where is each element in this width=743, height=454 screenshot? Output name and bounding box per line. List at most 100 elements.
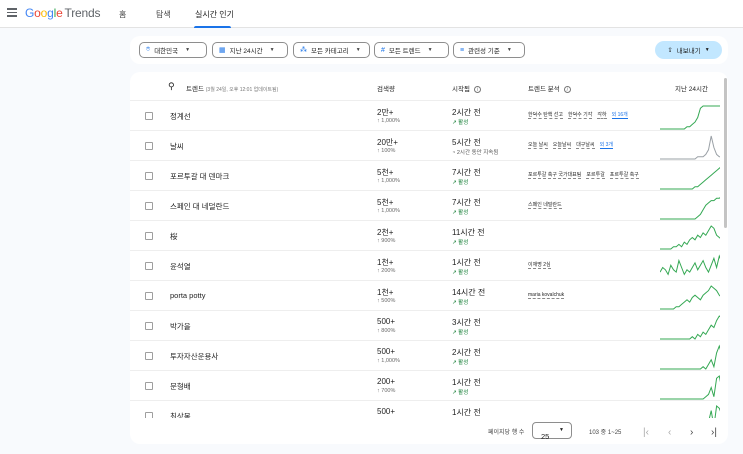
caret-down-icon: ▼ <box>704 47 710 53</box>
table-row[interactable]: 정계선 2만+ ↑ 1,000% 2시간 전 ↗ 활성 한덕수 탄핵 선고 한덕수… <box>130 100 720 130</box>
related-query-link[interactable]: 대구날씨 <box>576 142 595 149</box>
table-row[interactable]: 포르투갈 대 덴마크 5천+ ↑ 1,000% 7시간 전 ↗ 활성 포르투갈 … <box>130 160 720 190</box>
row-checkbox[interactable] <box>145 352 153 360</box>
related-query-link[interactable]: 오늘날씨 <box>552 142 572 149</box>
sparkline-chart <box>660 225 720 250</box>
nav-trending-now[interactable]: 실시간 인기 <box>195 9 234 20</box>
row-checkbox[interactable] <box>145 202 153 210</box>
last-page-button[interactable]: ›| <box>711 427 717 438</box>
trend-name[interactable]: 윤석열 <box>170 261 191 272</box>
table-row[interactable]: 桜 2천+ ↑ 900% 11시간 전 ↗ 활성 <box>130 220 720 250</box>
started-time: 2시간 전 <box>452 348 481 357</box>
volume-increase: ↑ 800% <box>377 328 396 334</box>
share-icon: ⇪ <box>667 47 673 54</box>
filter-time[interactable]: ▦ 지난 24시간 ▼ <box>212 42 288 58</box>
info-icon[interactable]: i <box>563 85 571 93</box>
trend-name[interactable]: 날씨 <box>170 141 184 152</box>
table-row[interactable]: 스페인 대 네덜란드 5천+ ↑ 1,000% 7시간 전 ↗ 활성 스페인 네… <box>130 190 720 220</box>
sparkline-chart <box>660 285 720 310</box>
filter-sort[interactable]: ≡ 관련성 기준 ▼ <box>453 42 525 58</box>
related-query-link[interactable]: 한덕수 기각 <box>567 112 593 119</box>
trending-up-icon: ↗ <box>452 360 457 366</box>
info-icon[interactable]: i <box>473 85 481 93</box>
related-query-link[interactable]: 포르투갈 축구 국가대표팀 <box>528 172 582 179</box>
sparkline-line <box>660 105 720 130</box>
search-volume: 1천+ <box>377 288 394 297</box>
sparkline-line <box>660 197 720 220</box>
table-header: ⚲ 트렌드 (3월 24일, 오후 12:01 업데이트됨) 검색량 시작됨 i … <box>130 72 728 100</box>
table-row[interactable]: 투자자산운용사 500+ ↑ 1,000% 2시간 전 ↗ 활성 <box>130 340 720 370</box>
menu-icon[interactable] <box>7 8 17 19</box>
more-queries-link[interactable]: 외 16개 <box>611 112 628 119</box>
related-query-link[interactable]: 이재명 2심 <box>528 262 551 269</box>
table-body: 정계선 2만+ ↑ 1,000% 2시간 전 ↗ 활성 한덕수 탄핵 선고 한덕수… <box>130 100 720 418</box>
row-checkbox[interactable] <box>145 232 153 240</box>
first-page-button[interactable]: |‹ <box>643 427 649 438</box>
header-volume[interactable]: 검색량 <box>377 83 395 93</box>
row-checkbox[interactable] <box>145 112 153 120</box>
filter-location[interactable]: ⌾ 대한민국 ▼ <box>139 42 207 58</box>
sparkline-chart <box>660 135 720 160</box>
header-analysis: 트렌드 분석 i <box>528 83 571 93</box>
trend-name[interactable]: 정계선 <box>170 111 191 122</box>
related-query-link[interactable]: 스페인 네덜란드 <box>528 202 562 209</box>
related-query-link[interactable]: 각하 <box>597 112 607 119</box>
table-row[interactable]: 문형배 200+ ↑ 700% 1시간 전 ↗ 활성 <box>130 370 720 400</box>
related-query-link[interactable]: 포르투갈 <box>586 172 605 179</box>
table-row[interactable]: porta potty 1천+ ↑ 500% 14시간 전 ↗ 활성 maria… <box>130 280 720 310</box>
sparkline-line <box>708 405 720 418</box>
nav-home[interactable]: 홈 <box>119 9 126 20</box>
trend-name[interactable]: 포르투갈 대 덴마크 <box>170 171 229 182</box>
trend-name[interactable]: 최상목 <box>170 411 191 418</box>
export-button[interactable]: ⇪ 내보내기 ▼ <box>655 41 722 59</box>
pagination: 페이지당 행 수 25 ▼ 103 중 1~25 |‹ ‹ › ›| <box>130 418 728 444</box>
trending-up-icon: ↗ <box>452 180 457 186</box>
related-query-link[interactable]: 오늘 날씨 <box>528 142 548 149</box>
header-started[interactable]: 시작됨 i <box>452 83 481 93</box>
volume-increase: ↑ 1,000% <box>377 208 400 214</box>
rows-per-page-select[interactable]: 25 ▼ <box>532 422 572 441</box>
table-row[interactable]: 최상목 500+ ↑ 600% 1시간 전 ↗ 활성 <box>130 400 720 418</box>
nav-explore[interactable]: 탐색 <box>156 9 171 20</box>
scrollbar[interactable] <box>724 78 727 228</box>
trend-name[interactable]: 박가을 <box>170 321 191 332</box>
sparkline-chart <box>660 167 720 190</box>
volume-increase: ↑ 200% <box>377 268 396 274</box>
filter-trend-type[interactable]: # 모든 트렌드 ▼ <box>374 42 449 58</box>
table-row[interactable]: 윤석열 1천+ ↑ 200% 1시간 전 ↗ 활성 이재명 2심 <box>130 250 720 280</box>
caret-down-icon: ▼ <box>269 47 275 53</box>
trend-name[interactable]: 문형배 <box>170 381 191 392</box>
trend-name[interactable]: 스페인 대 네덜란드 <box>170 201 229 212</box>
trend-breakdown: 이재명 2심 <box>528 260 653 270</box>
google-trends-logo[interactable]: Google Trends <box>25 6 100 20</box>
rows-per-page-label: 페이지당 행 수 <box>488 430 525 436</box>
related-query-link[interactable]: 포르투갈 축구 <box>609 172 639 179</box>
next-page-button[interactable]: › <box>690 427 693 438</box>
filter-category[interactable]: ⁂ 모든 카테고리 ▼ <box>293 42 370 58</box>
table-row[interactable]: 박가을 500+ ↑ 800% 3시간 전 ↗ 활성 <box>130 310 720 340</box>
sort-icon: ≡ <box>460 46 465 54</box>
search-icon[interactable]: ⚲ <box>168 81 175 92</box>
caret-down-icon: ▼ <box>559 427 564 433</box>
volume-increase: ↑ 1,000% <box>377 118 400 124</box>
search-volume: 500+ <box>377 317 396 326</box>
previous-page-button[interactable]: ‹ <box>668 427 671 438</box>
row-checkbox[interactable] <box>145 292 153 300</box>
row-checkbox[interactable] <box>145 142 153 150</box>
related-query-link[interactable]: maria kovalchuk <box>528 292 565 299</box>
more-queries-link[interactable]: 외 3개 <box>599 142 613 149</box>
status-badge: ◔ 2시간 동안 지속됨 <box>452 150 499 156</box>
trend-name[interactable]: porta potty <box>170 291 205 300</box>
row-checkbox[interactable] <box>145 382 153 390</box>
row-checkbox[interactable] <box>145 322 153 330</box>
row-checkbox[interactable] <box>145 172 153 180</box>
trend-name[interactable]: 투자자산운용사 <box>170 351 218 362</box>
caret-down-icon: ▼ <box>355 47 361 53</box>
trend-name[interactable]: 桜 <box>170 231 178 242</box>
sparkline-line <box>660 375 720 400</box>
trending-up-icon: ↗ <box>452 120 457 126</box>
trending-up-icon: ↗ <box>452 300 457 306</box>
row-checkbox[interactable] <box>145 262 153 270</box>
table-row[interactable]: 날씨 20만+ ↑ 100% 5시간 전 ◔ 2시간 동안 지속됨 오늘 날씨 오… <box>130 130 720 160</box>
related-query-link[interactable]: 한덕수 탄핵 선고 <box>528 112 563 119</box>
